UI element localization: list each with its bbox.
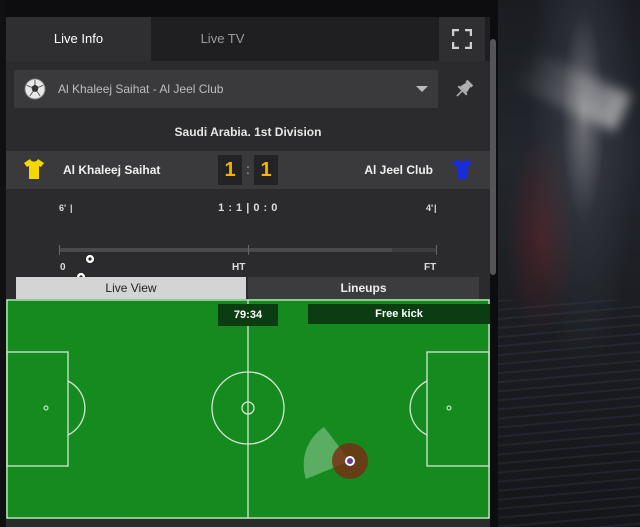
- pitch-view: 79:34 Free kick: [6, 299, 490, 519]
- tab-lineups[interactable]: Lineups: [248, 277, 479, 299]
- event-label: Free kick: [308, 304, 490, 324]
- match-select-value: Al Khaleej Saihat - Al Jeel Club: [58, 82, 224, 96]
- scoreboard: Al Khaleej Saihat 1 : 1 Al Jeel Club: [6, 151, 490, 189]
- tab-live-tv[interactable]: Live TV: [151, 17, 294, 61]
- match-timeline: 6' | 1 : 1 | 0 : 0 4' | 0 HT FT: [6, 197, 490, 282]
- away-score: 1: [254, 155, 278, 185]
- away-shirt-icon: [452, 159, 472, 179]
- home-shirt-icon: [24, 159, 44, 179]
- fullscreen-button[interactable]: [439, 17, 485, 61]
- timeline-tick-end: [436, 245, 437, 255]
- half-scores: 1 : 1 | 0 : 0: [218, 202, 278, 214]
- timeline-full-label: FT: [424, 262, 437, 273]
- stadium-stands: [498, 300, 640, 527]
- league-title: Saudi Arabia. 1st Division: [174, 125, 322, 139]
- home-team-name: Al Khaleej Saihat: [63, 163, 161, 177]
- pitch-field: [6, 299, 490, 519]
- home-goal-ball-icon: [85, 254, 95, 264]
- fullscreen-icon: [452, 29, 472, 49]
- top-tabs: Live Info Live TV: [6, 17, 490, 61]
- soccer-ball-icon: [24, 78, 46, 100]
- match-clock: 79:34: [218, 304, 278, 326]
- home-score: 1: [218, 155, 242, 185]
- away-goal-minute: 4': [426, 203, 434, 213]
- score-separator: :: [246, 161, 250, 177]
- timeline-progress: [59, 248, 392, 252]
- live-widget: Live Info Live TV Al Khaleej Saihat - Al…: [6, 17, 496, 527]
- away-goal-marker: |: [434, 203, 437, 213]
- match-select[interactable]: Al Khaleej Saihat - Al Jeel Club: [14, 70, 438, 108]
- scrollbar[interactable]: [490, 39, 496, 275]
- floodlight-beam: [514, 48, 632, 132]
- chevron-down-icon: [416, 86, 428, 92]
- view-tabs: Live View Lineups: [16, 277, 479, 299]
- away-team-name: Al Jeel Club: [364, 163, 433, 177]
- tab-live-view[interactable]: Live View: [16, 277, 246, 299]
- stadium-background: [498, 0, 640, 527]
- tab-live-info[interactable]: Live Info: [6, 17, 151, 61]
- timeline-tick-half: [248, 245, 249, 255]
- timeline-tick-start: [59, 245, 60, 255]
- timeline-half-label: HT: [232, 262, 246, 273]
- pin-icon[interactable]: [452, 77, 476, 101]
- timeline-start-label: 0: [60, 262, 66, 273]
